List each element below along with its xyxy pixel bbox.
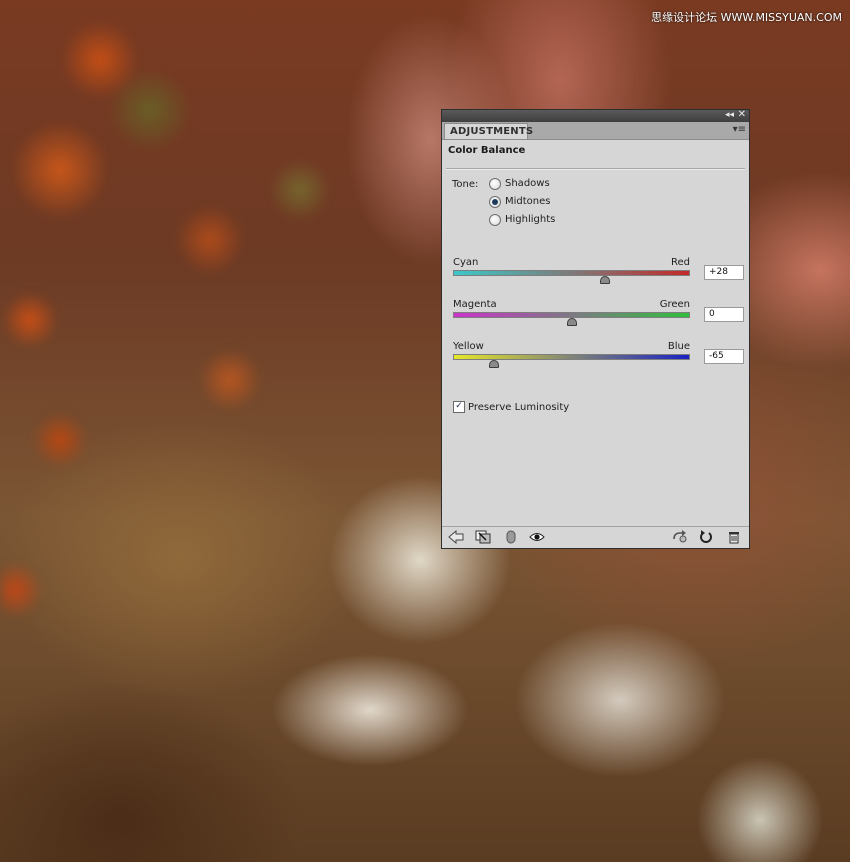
adjustment-title: Color Balance (448, 145, 526, 156)
radio-highlights[interactable]: Highlights (489, 213, 555, 226)
tab-adjustments[interactable]: ADJUSTMENTS (444, 123, 533, 139)
panel-menu-icon[interactable]: ▾≡ (733, 124, 746, 136)
view-previous-icon[interactable] (671, 530, 687, 545)
back-arrow-icon[interactable] (448, 529, 464, 545)
radio-button[interactable] (489, 177, 501, 190)
slider-left-label: Magenta (453, 299, 497, 310)
radio-label: Shadows (505, 178, 550, 189)
slider-right-label: Blue (667, 341, 690, 352)
yellow-blue-value-field[interactable]: -65 (704, 349, 744, 364)
tone-label: Tone: (452, 179, 479, 190)
panel-footer-toolbar (442, 527, 749, 548)
slider-left-label: Yellow (453, 341, 484, 352)
slider-track[interactable] (453, 354, 690, 360)
preserve-luminosity-checkbox[interactable]: ✓ Preserve Luminosity (453, 401, 569, 413)
trash-icon[interactable] (726, 530, 742, 545)
radio-shadows[interactable]: Shadows (489, 177, 550, 190)
radio-button[interactable] (489, 213, 501, 226)
checkbox-label: Preserve Luminosity (468, 401, 570, 413)
clip-to-layer-icon[interactable] (475, 530, 491, 545)
close-icon[interactable]: ✕ (738, 109, 746, 121)
radio-label: Highlights (505, 214, 556, 225)
checkbox[interactable]: ✓ (453, 401, 465, 413)
slider-right-label: Green (659, 299, 690, 310)
slider-yellow-blue[interactable]: Yellow Blue (453, 341, 690, 371)
radio-button[interactable] (489, 195, 501, 208)
magenta-green-value-field[interactable]: 0 (704, 307, 744, 322)
adjustments-panel: ◂◂ ✕ ADJUSTMENTS ▾≡ Color Balance Tone: … (441, 109, 750, 549)
panel-titlebar[interactable]: ◂◂ ✕ (442, 109, 749, 122)
divider (446, 168, 745, 170)
visibility-toggle-icon[interactable] (503, 530, 519, 545)
reset-icon[interactable] (698, 530, 714, 545)
cyan-red-value-field[interactable]: +28 (704, 265, 744, 280)
panel-tabbar: ADJUSTMENTS ▾≡ (442, 122, 749, 140)
watermark: 思缘设计论坛 WWW.MISSYUAN.COM (651, 11, 842, 24)
slider-left-label: Cyan (453, 257, 479, 268)
slider-right-label: Red (671, 257, 690, 268)
radio-midtones[interactable]: Midtones (489, 195, 551, 208)
slider-track[interactable] (453, 270, 690, 276)
slider-cyan-red[interactable]: Cyan Red (453, 257, 690, 287)
collapse-icon[interactable]: ◂◂ (725, 109, 734, 121)
slider-magenta-green[interactable]: Magenta Green (453, 299, 690, 329)
eye-icon[interactable] (529, 530, 545, 545)
radio-label: Midtones (505, 196, 551, 207)
blurred-foliage (0, 0, 380, 700)
